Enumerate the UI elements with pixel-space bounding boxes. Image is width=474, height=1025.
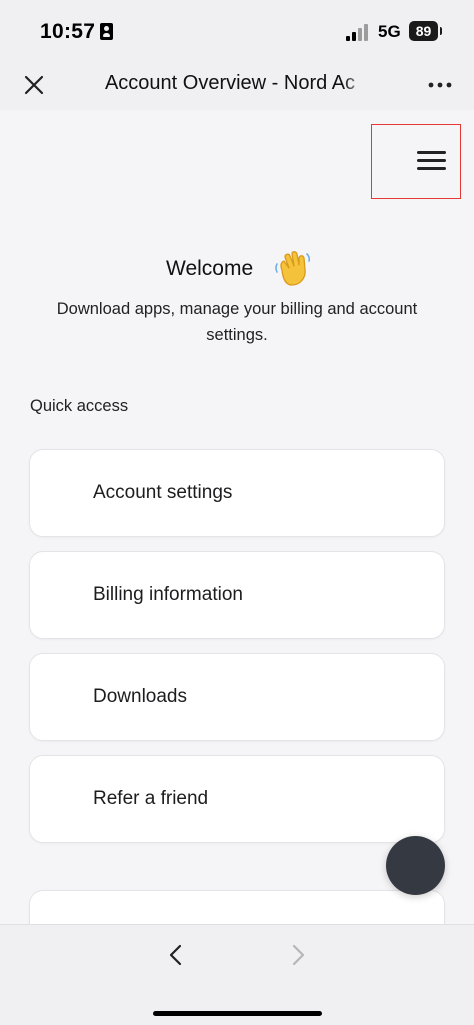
close-button[interactable]: [18, 70, 50, 102]
quick-access-account-settings[interactable]: Account settings: [29, 449, 445, 537]
quick-access-billing-information[interactable]: Billing information: [29, 551, 445, 639]
page-title: Account Overview - Nord Ac: [104, 72, 356, 94]
browser-toolbar: [0, 924, 474, 1025]
browser-header: Account Overview - Nord Ac: [0, 62, 474, 110]
card-label: Downloads: [93, 686, 187, 707]
status-bar: 10:57 5G 89: [0, 0, 474, 62]
welcome-row: Welcome: [0, 248, 474, 292]
signal-icon: [346, 23, 372, 41]
more-button[interactable]: [422, 70, 458, 102]
close-icon: [24, 75, 44, 95]
quick-access-heading: Quick access: [30, 397, 129, 415]
battery-icon: 89: [409, 21, 442, 41]
quick-access-refer-a-friend[interactable]: Refer a friend: [29, 755, 445, 843]
network-type: 5G: [378, 22, 401, 41]
menu-button[interactable]: [371, 124, 461, 199]
chat-fab-button[interactable]: [386, 836, 445, 895]
forward-button[interactable]: [284, 941, 312, 969]
card-label: Account settings: [93, 482, 233, 503]
chevron-right-icon: [292, 944, 305, 966]
home-indicator: [153, 1011, 322, 1016]
more-icon: [428, 82, 452, 88]
chevron-left-icon: [169, 944, 182, 966]
welcome-title: Welcome: [166, 257, 254, 280]
card-label: Refer a friend: [93, 788, 209, 809]
status-time: 10:57: [40, 20, 96, 43]
quick-access-downloads[interactable]: Downloads: [29, 653, 445, 741]
card-label: Billing information: [93, 584, 243, 605]
waving-hand-icon: [275, 251, 311, 286]
welcome-subtitle: Download apps, manage your billing and a…: [56, 300, 418, 344]
id-card-icon: [100, 23, 113, 40]
title-fade: [342, 70, 372, 102]
back-button[interactable]: [162, 941, 190, 969]
